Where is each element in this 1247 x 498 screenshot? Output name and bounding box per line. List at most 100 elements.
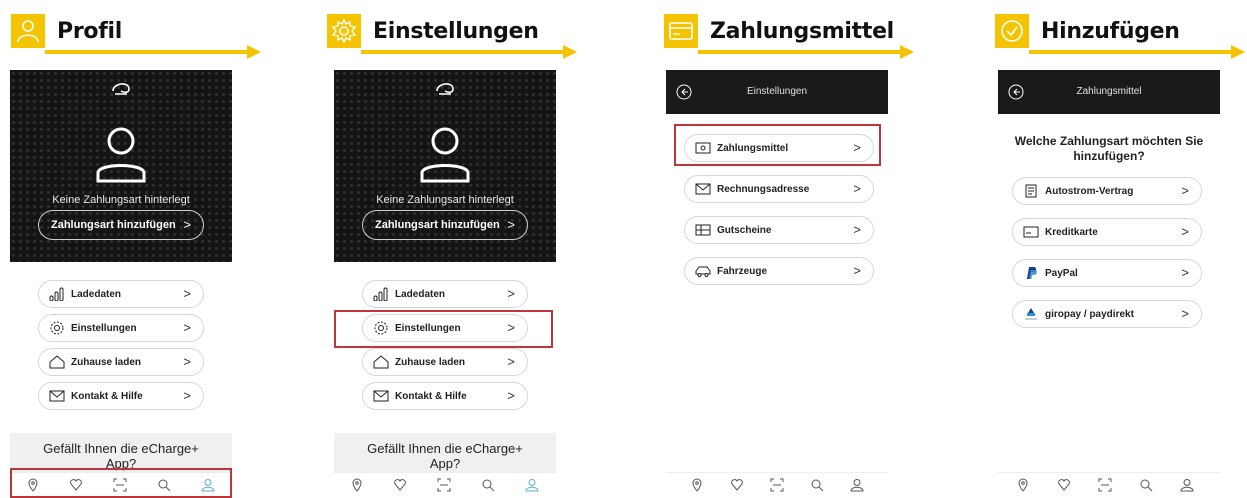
menu-item-gutscheine[interactable]: Gutscheine > [684, 216, 874, 244]
no-payment-text: Keine Zahlungsart hinterlegt [376, 194, 514, 206]
menu-item-label: Ladedaten [71, 289, 122, 300]
scan-icon[interactable] [437, 478, 451, 492]
search-icon[interactable] [1139, 478, 1153, 492]
heart-icon[interactable] [1057, 478, 1071, 492]
menu-item-label: Ladedaten [395, 289, 446, 300]
step-arrow-head [900, 45, 914, 59]
step-header-einstellungen: Einstellungen [327, 14, 579, 59]
chevron-right-icon: > [1181, 224, 1189, 239]
mail-icon [695, 183, 711, 195]
step-header-profil: Profil [11, 14, 263, 59]
step-header-zahlungsmittel: Zahlungsmittel [664, 14, 916, 59]
step-title: Hinzufügen [1041, 19, 1180, 44]
chevron-right-icon: > [1181, 183, 1189, 198]
payment-question: Welche Zahlungsart möchten Sie hinzufüge… [998, 134, 1220, 164]
scan-icon[interactable] [770, 478, 784, 492]
bottom-nav [334, 472, 556, 498]
option-label: PayPal [1045, 268, 1078, 279]
highlight-box [674, 124, 881, 166]
bottom-nav [998, 472, 1220, 498]
chevron-right-icon: > [853, 222, 861, 237]
user-icon[interactable] [1180, 478, 1194, 492]
phone-screen-zahlungsmittel: Zahlungsmittel Welche Zahlungsart möchte… [998, 70, 1220, 498]
screen-title: Zahlungsmittel [1076, 86, 1142, 97]
giropay-icon [1025, 308, 1037, 320]
user-icon [11, 14, 45, 48]
menu-item-kontakt-hilfe[interactable]: Kontakt & Hilfe > [362, 382, 528, 410]
menu-item-rechnungsadresse[interactable]: Rechnungsadresse > [684, 175, 874, 203]
menu-item-label: Einstellungen [71, 323, 137, 334]
checkmark-circle-icon [995, 14, 1029, 48]
bottom-nav [666, 472, 888, 498]
step-title: Einstellungen [373, 19, 539, 44]
chevron-right-icon: > [183, 320, 191, 335]
phone-screen-profil-einstellungen: Keine Zahlungsart hinterlegt Zahlungsart… [334, 70, 556, 498]
chevron-right-icon: > [183, 217, 191, 232]
phone-screen-profil: Keine Zahlungsart hinterlegt Zahlungsart… [10, 70, 232, 498]
profile-hero: Keine Zahlungsart hinterlegt Zahlungsart… [334, 70, 556, 262]
bar-chart-icon [49, 287, 64, 301]
menu-item-label: Zuhause laden [71, 357, 142, 368]
chevron-right-icon: > [1181, 265, 1189, 280]
step-arrow-line [1029, 50, 1233, 54]
house-icon [49, 355, 65, 369]
heart-icon[interactable] [730, 478, 744, 492]
promo-line: App? [429, 456, 461, 471]
user-icon[interactable] [850, 478, 864, 492]
chevron-right-icon: > [183, 286, 191, 301]
menu-item-einstellungen[interactable]: Einstellungen > [38, 314, 204, 342]
promo-line: Gefällt Ihnen die eCharge+ [43, 441, 199, 456]
option-label: Kreditkarte [1045, 227, 1098, 238]
user-icon[interactable] [525, 478, 539, 492]
option-label: giropay / paydirekt [1045, 309, 1134, 320]
step-arrow-line [698, 50, 902, 54]
add-payment-button[interactable]: Zahlungsart hinzufügen > [38, 210, 204, 240]
echarge-logo-icon [436, 83, 454, 95]
chevron-right-icon: > [507, 286, 515, 301]
screen-title: Einstellungen [746, 86, 808, 97]
menu-item-kontakt-hilfe[interactable]: Kontakt & Hilfe > [38, 382, 204, 410]
menu-item-ladedaten[interactable]: Ladedaten > [362, 280, 528, 308]
menu-item-label: Kontakt & Hilfe [395, 391, 467, 402]
step-arrow-line [361, 50, 565, 54]
no-payment-text: Keine Zahlungsart hinterlegt [52, 194, 190, 206]
menu-item-zuhause-laden[interactable]: Zuhause laden > [38, 348, 204, 376]
car-icon [695, 266, 711, 277]
avatar-icon [96, 127, 146, 183]
map-pin-icon[interactable] [1016, 478, 1030, 492]
menu-item-fahrzeuge[interactable]: Fahrzeuge > [684, 257, 874, 285]
chevron-right-icon: > [507, 354, 515, 369]
search-icon[interactable] [481, 478, 495, 492]
heart-icon[interactable] [393, 478, 407, 492]
step-arrow-line [45, 50, 249, 54]
gear-icon [327, 14, 361, 48]
credit-card-icon [664, 14, 698, 48]
step-header-hinzufuegen: Hinzufügen [995, 14, 1247, 59]
gear-icon [50, 321, 64, 335]
menu-item-zuhause-laden[interactable]: Zuhause laden > [362, 348, 528, 376]
highlight-box [10, 468, 232, 498]
mail-icon [373, 390, 389, 402]
chevron-right-icon: > [853, 263, 861, 278]
option-paypal[interactable]: PayPal > [1012, 259, 1202, 287]
search-icon[interactable] [810, 478, 824, 492]
paypal-icon [1027, 267, 1037, 279]
menu-item-label: Gutscheine [717, 225, 772, 236]
scan-icon[interactable] [1098, 478, 1112, 492]
chevron-right-icon: > [507, 388, 515, 403]
bar-chart-icon [373, 287, 388, 301]
menu-item-ladedaten[interactable]: Ladedaten > [38, 280, 204, 308]
option-autostrom-vertrag[interactable]: Autostrom-Vertrag > [1012, 177, 1202, 205]
map-pin-icon[interactable] [350, 478, 364, 492]
option-kreditkarte[interactable]: Kreditkarte > [1012, 218, 1202, 246]
step-arrow-head [247, 45, 261, 59]
map-pin-icon[interactable] [690, 478, 704, 492]
add-payment-button[interactable]: Zahlungsart hinzufügen > [362, 210, 528, 240]
step-title: Profil [57, 19, 122, 44]
profile-hero: Keine Zahlungsart hinterlegt Zahlungsart… [10, 70, 232, 262]
menu-item-label: Rechnungsadresse [717, 184, 810, 195]
option-giropay-paydirekt[interactable]: giropay / paydirekt > [1012, 300, 1202, 328]
chevron-right-icon: > [1181, 306, 1189, 321]
question-line: Welche Zahlungsart möchten Sie [1014, 134, 1204, 148]
step-arrow-head [1231, 45, 1245, 59]
